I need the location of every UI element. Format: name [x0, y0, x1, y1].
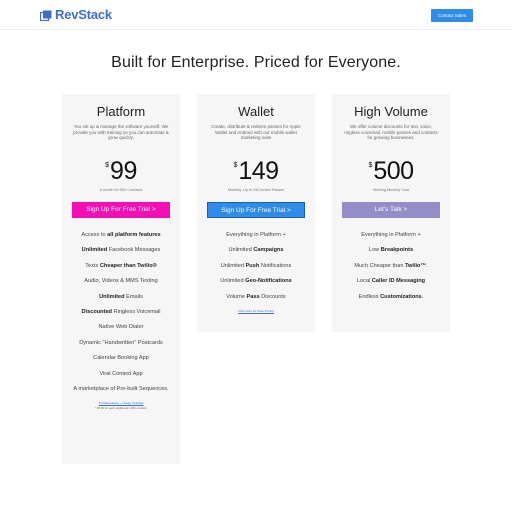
- feature-item: Unlimited Facebook Messages: [81, 247, 161, 254]
- feature-item: Much Cheaper than Twilio™.: [354, 262, 428, 269]
- feature-item: Dynamic "Handwritten" Postcards: [79, 339, 163, 346]
- feature-item: Everything in Platform +: [361, 232, 421, 238]
- plan-title: Platform: [96, 104, 146, 119]
- feature-item: Texts Cheaper than Twilio®: [85, 262, 157, 269]
- brand-logo[interactable]: RevStack: [40, 8, 112, 22]
- price-note: Starting Monthly Cost: [372, 188, 410, 192]
- plan-price: $ 99: [62, 158, 180, 184]
- contact-sales-button[interactable]: Contact Sales: [431, 9, 473, 22]
- free-trial-button[interactable]: Sign Up For Free Trial >: [207, 202, 305, 218]
- price-amount: 149: [238, 157, 279, 185]
- feature-item: Volume Pass Discounts: [226, 293, 286, 300]
- plan-title: High Volume: [354, 104, 428, 119]
- logo-icon: [40, 10, 52, 21]
- feature-item: Unlimited Push Notifications: [220, 262, 292, 269]
- feature-item: Everything in Platform +: [226, 232, 286, 238]
- price-amount: 500: [373, 157, 414, 185]
- feature-item: Viral Contest App: [99, 370, 143, 377]
- currency-symbol: $: [233, 162, 238, 169]
- plan-price: $ 149: [197, 158, 315, 184]
- price-note: Monthly. Up to 250 Active Passes: [227, 188, 285, 192]
- price-note: A month for 500 Contacts: [99, 188, 143, 192]
- feature-item: Native Web Dialer: [98, 324, 144, 331]
- currency-symbol: $: [105, 162, 110, 169]
- feature-item: Local Caller ID Messaging: [356, 278, 426, 285]
- plan-description: We offer volume discounts for text, voic…: [344, 124, 438, 141]
- feature-list: Everything in Platform + Low Breakpoints…: [332, 232, 450, 301]
- feature-item: Audio, Videos & MMS Texting: [84, 278, 158, 285]
- plan-description: You set up & manage the software yoursel…: [73, 124, 169, 141]
- feature-item: Unlimited Geo-Notifications: [220, 278, 292, 285]
- feature-item: Low Breakpoints: [368, 247, 414, 254]
- pricing-card-high-volume: High Volume We offer volume discounts fo…: [332, 94, 450, 332]
- feature-item: Discounted Ringless Voicemail: [81, 308, 161, 315]
- pass-pricing-link[interactable]: Click Here for Pass Pricing: [197, 309, 315, 313]
- feature-item: Unlimited Campaigns: [228, 247, 284, 254]
- page-headline: Built for Enterprise. Priced for Everyon…: [111, 54, 401, 71]
- feature-item: A marketplace of Pre-built Sequences.: [73, 385, 169, 392]
- price-amount: 99: [110, 157, 137, 185]
- contacts-footnote: * $5.00 for each additional 1,000 contac…: [95, 406, 147, 411]
- pricing-card-wallet: Wallet Create, distribute & redeem passe…: [197, 94, 315, 332]
- feature-list: Access to all platform features Unlimite…: [62, 232, 180, 393]
- feature-list: Everything in Platform + Unlimited Campa…: [197, 232, 315, 301]
- plan-description: Create, distribute & redeem passes for A…: [211, 124, 301, 141]
- plan-price: $ 500: [332, 158, 450, 184]
- brand-name: RevStack: [55, 7, 112, 22]
- feature-item: Access to all platform features: [81, 232, 161, 238]
- currency-symbol: $: [368, 162, 373, 169]
- pricing-card-platform: Platform You set up & manage the softwar…: [62, 94, 180, 464]
- feature-item: Unlimited Emails: [99, 293, 143, 300]
- plan-title: Wallet: [238, 104, 274, 119]
- feature-item: Endless Customizations.: [358, 293, 424, 300]
- top-navbar: RevStack Contact Sales: [0, 0, 512, 30]
- feature-item: Calendar Booking App: [93, 355, 149, 362]
- free-trial-button[interactable]: Sign Up For Free Trial >: [72, 202, 170, 218]
- messaging-usage-link[interactable]: Full Messaging + Usage Included: [62, 401, 180, 405]
- lets-talk-button[interactable]: Let's Talk >: [342, 202, 440, 218]
